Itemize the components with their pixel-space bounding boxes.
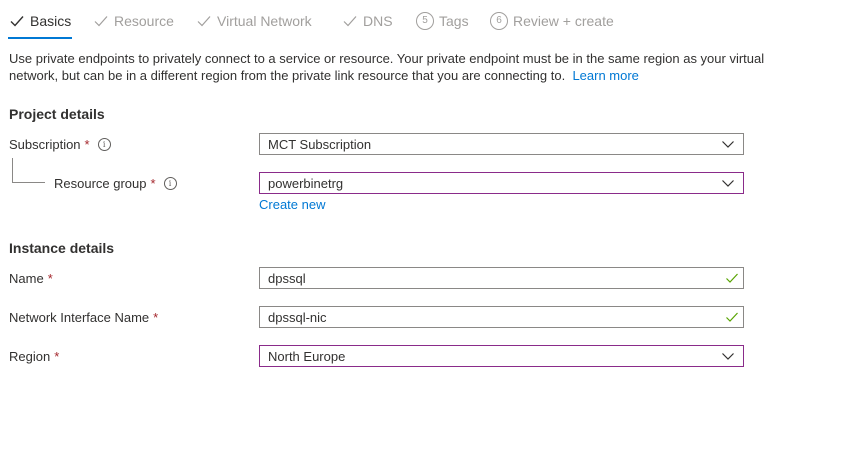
step-number-icon: 6: [490, 12, 508, 30]
region-dropdown[interactable]: North Europe: [259, 345, 744, 367]
region-label: Region *: [9, 345, 59, 367]
tab-tags[interactable]: 5 Tags: [416, 10, 469, 32]
tab-review-create-label: Review + create: [513, 13, 614, 29]
required-asterisk: *: [54, 348, 60, 364]
description: Use private endpoints to privately conne…: [9, 50, 769, 84]
chevron-down-icon: [722, 353, 734, 360]
required-asterisk: *: [150, 175, 156, 191]
tab-basics[interactable]: Basics: [9, 10, 71, 32]
tab-basics-label: Basics: [30, 13, 72, 29]
region-label-text: Region: [9, 348, 51, 364]
tab-dns-label: DNS: [363, 13, 393, 29]
project-details-heading: Project details: [9, 106, 105, 122]
description-text: Use private endpoints to privately conne…: [9, 51, 765, 83]
subscription-dropdown[interactable]: MCT Subscription: [259, 133, 744, 155]
tab-review-create[interactable]: 6 Review + create: [490, 10, 614, 32]
check-icon: [10, 16, 24, 27]
tab-virtual-network-label: Virtual Network: [217, 13, 312, 29]
hierarchy-connector: [12, 158, 45, 183]
chevron-down-icon: [722, 180, 734, 187]
name-input[interactable]: dpssql: [259, 267, 744, 289]
nic-name-label: Network Interface Name *: [9, 306, 158, 328]
subscription-value: MCT Subscription: [268, 136, 372, 152]
required-asterisk: *: [47, 270, 53, 286]
create-new-link[interactable]: Create new: [259, 197, 325, 212]
resource-group-label: Resource group * i: [54, 172, 177, 194]
nic-name-label-text: Network Interface Name: [9, 309, 150, 325]
resource-group-dropdown[interactable]: powerbinetrg: [259, 172, 744, 194]
resource-group-label-text: Resource group: [54, 175, 147, 191]
tab-tags-label: Tags: [439, 13, 469, 29]
nic-name-value: dpssql-nic: [268, 309, 327, 325]
info-icon[interactable]: i: [97, 137, 111, 151]
subscription-label: Subscription * i: [9, 133, 111, 155]
valid-check-icon: [726, 273, 738, 283]
step-number-icon: 5: [416, 12, 434, 30]
required-asterisk: *: [84, 136, 90, 152]
tab-virtual-network[interactable]: Virtual Network: [196, 10, 312, 32]
valid-check-icon: [726, 312, 738, 322]
instance-details-heading: Instance details: [9, 240, 115, 256]
tab-resource[interactable]: Resource: [93, 10, 174, 32]
name-label-text: Name: [9, 270, 44, 286]
name-label: Name *: [9, 267, 53, 289]
tab-resource-label: Resource: [114, 13, 174, 29]
wizard-steps: Basics Resource Virtual Network DNS 5 Ta…: [0, 0, 862, 40]
info-icon[interactable]: i: [163, 176, 177, 190]
resource-group-value: powerbinetrg: [268, 175, 344, 191]
nic-name-input[interactable]: dpssql-nic: [259, 306, 744, 328]
learn-more-link[interactable]: Learn more: [572, 68, 638, 83]
region-value: North Europe: [268, 348, 346, 364]
required-asterisk: *: [153, 309, 159, 325]
name-value: dpssql: [268, 270, 306, 286]
check-icon: [343, 16, 357, 27]
check-icon: [94, 16, 108, 27]
chevron-down-icon: [722, 141, 734, 148]
create-private-endpoint-page: Basics Resource Virtual Network DNS 5 Ta…: [0, 0, 862, 450]
tab-dns[interactable]: DNS: [342, 10, 393, 32]
subscription-label-text: Subscription: [9, 136, 81, 152]
active-tab-indicator: [8, 37, 72, 39]
check-icon: [197, 16, 211, 27]
